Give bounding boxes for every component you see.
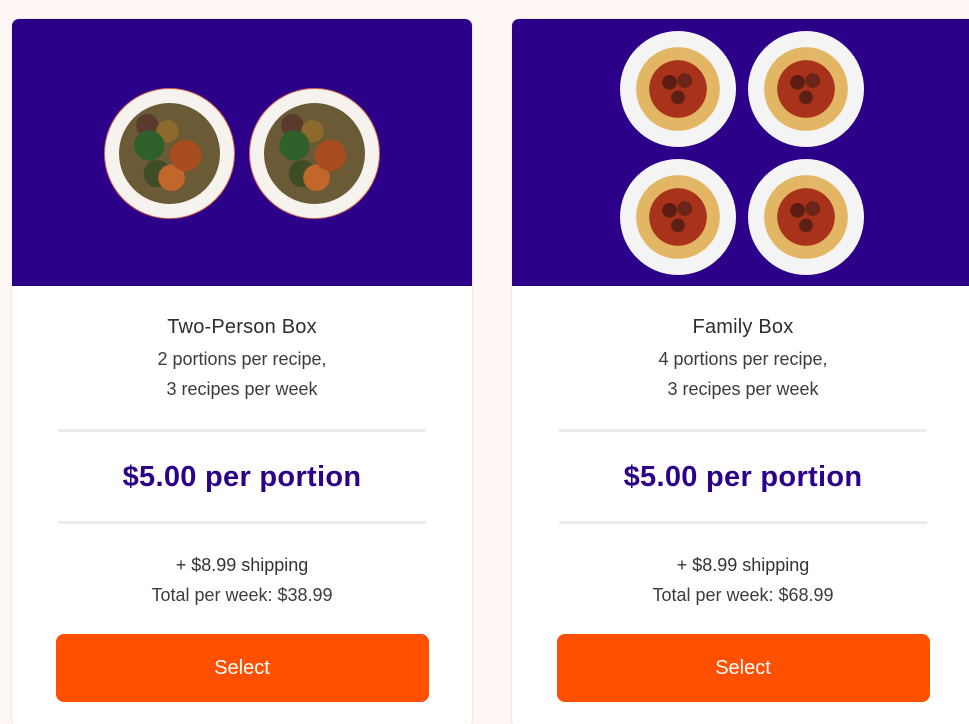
divider xyxy=(559,521,927,524)
spaghetti-plate-image xyxy=(748,159,864,275)
four-plates-spaghetti-image xyxy=(512,19,969,286)
divider xyxy=(58,521,426,524)
select-button[interactable]: Select xyxy=(556,634,930,702)
price-per-portion: $5.00 per portion xyxy=(623,461,863,493)
plan-card-two-person: Two-Person Box 2 portions per recipe, 3 … xyxy=(11,18,473,724)
plan-title: Two-Person Box xyxy=(167,316,317,338)
portions-per-recipe: 4 portions per recipe, xyxy=(658,349,828,369)
shipping-cost: + $8.99 shipping xyxy=(676,555,810,575)
plan-card-family: Family Box 4 portions per recipe, 3 reci… xyxy=(511,18,969,724)
total-per-week: Total per week: $38.99 xyxy=(151,585,333,605)
select-button[interactable]: Select xyxy=(55,634,429,702)
price-per-portion: $5.00 per portion xyxy=(122,461,362,493)
chicken-plate-image xyxy=(104,88,235,219)
spaghetti-plate-image xyxy=(620,31,736,147)
chicken-plate-image xyxy=(249,88,380,219)
recipes-per-week: 3 recipes per week xyxy=(667,379,819,399)
shipping-cost: + $8.99 shipping xyxy=(175,555,309,575)
divider xyxy=(559,429,927,432)
recipes-per-week: 3 recipes per week xyxy=(166,379,318,399)
plan-title: Family Box xyxy=(692,316,794,338)
two-plates-chicken-image xyxy=(12,19,472,286)
spaghetti-plate-image xyxy=(748,31,864,147)
divider xyxy=(58,429,426,432)
portions-per-recipe: 2 portions per recipe, xyxy=(157,349,327,369)
spaghetti-plate-image xyxy=(620,159,736,275)
plan-selection: Two-Person Box 2 portions per recipe, 3 … xyxy=(0,0,969,724)
total-per-week: Total per week: $68.99 xyxy=(652,585,834,605)
